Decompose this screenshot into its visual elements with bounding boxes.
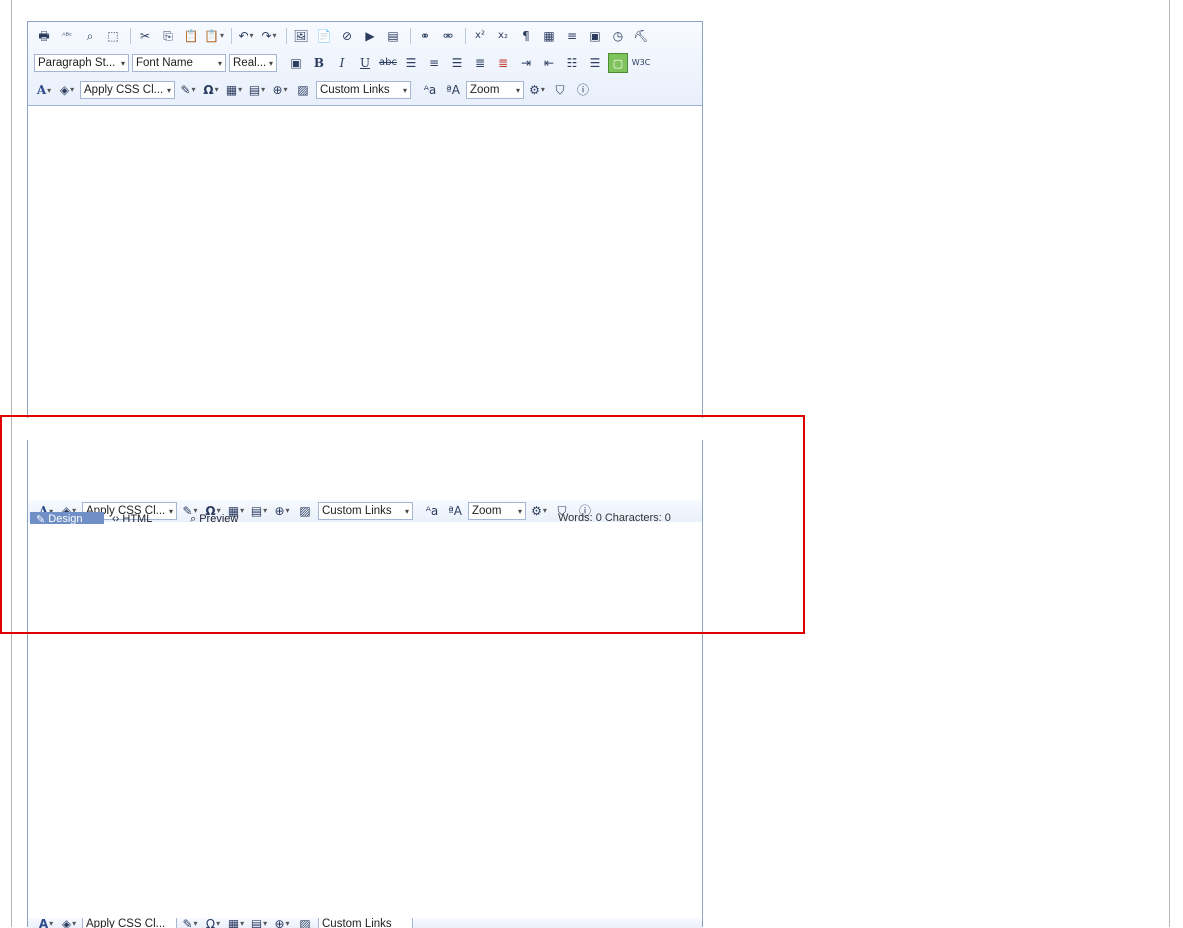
redo-icon[interactable]: ↷ xyxy=(259,26,279,46)
outdent-button[interactable]: ⇤ xyxy=(539,53,559,73)
page-border-right xyxy=(1169,0,1170,927)
rich-text-editor: 🖶ᴬᴮᶜ⌕⬚✂⎘📋📋↶↷🖼📄⊘▶▤⚭⚮x²x₂¶▦≡▣◷⛏ Paragraph … xyxy=(24,21,704,928)
justify-button[interactable]: ≣ xyxy=(470,53,490,73)
bulleted-list-button[interactable]: ☰ xyxy=(585,53,605,73)
font-name-dropdown[interactable]: Font Name ▾ xyxy=(132,54,226,72)
apply-css-class-label: Apply CSS Cl... xyxy=(84,84,164,96)
toolbar-separator xyxy=(465,28,466,44)
zoom-dropdown[interactable]: Zoom ▾ xyxy=(466,81,524,99)
zoom-label: Zoom xyxy=(470,84,500,96)
chevron-down-icon: ▾ xyxy=(166,85,171,95)
media-manager-icon[interactable]: ▶ xyxy=(360,26,380,46)
fore-color-button[interactable]: A xyxy=(34,80,54,100)
mode-tabs: ✎ Design ‹› HTML ⌕ Preview Words: 0 Char… xyxy=(28,512,702,524)
convert-lower-icon[interactable]: ᴬa xyxy=(420,80,440,100)
toolbar-row-2: Paragraph St... ▾ Font Name ▾ Real... ▾ … xyxy=(34,52,654,74)
font-size-label: Real... xyxy=(233,57,266,69)
insert-snippet-button[interactable]: ⊕ xyxy=(270,80,290,100)
glitch-notch xyxy=(24,418,28,440)
align-right-button[interactable]: ☰ xyxy=(447,53,467,73)
justify-none-button[interactable]: ≣ xyxy=(493,53,513,73)
remove-link-icon[interactable]: ⚮ xyxy=(438,26,458,46)
apply-css-class-dropdown[interactable]: Apply CSS Cl... ▾ xyxy=(80,81,175,99)
format-brush-button[interactable]: ✎ xyxy=(178,80,198,100)
editor-toolbar: 🖶ᴬᴮᶜ⌕⬚✂⎘📋📋↶↷🖼📄⊘▶▤⚭⚮x²x₂¶▦≡▣◷⛏ Paragraph … xyxy=(28,22,702,106)
link-manager-icon[interactable]: ⚭ xyxy=(415,26,435,46)
select-all-icon[interactable]: ⬚ xyxy=(103,26,123,46)
tab-html-label: HTML xyxy=(122,513,153,524)
format-stripper-icon[interactable]: ⛏ xyxy=(631,26,651,46)
template-manager-icon[interactable]: ▤ xyxy=(383,26,403,46)
italic-button[interactable]: I xyxy=(332,53,352,73)
toolbar-separator xyxy=(130,28,131,44)
custom-links-label: Custom Links xyxy=(320,84,390,96)
toggle-screen-icon[interactable]: ▢ xyxy=(608,53,628,73)
paste-options-icon[interactable]: 📋 xyxy=(204,26,224,46)
tab-design[interactable]: ✎ Design xyxy=(30,512,104,524)
back-color-button[interactable]: ◈ xyxy=(57,80,77,100)
toolbar-separator xyxy=(410,28,411,44)
strikethrough-button[interactable]: abc xyxy=(378,53,398,73)
align-icon[interactable]: ≡ xyxy=(562,26,582,46)
track-changes-icon[interactable]: ⛉ xyxy=(550,80,570,100)
paragraph-insert-icon[interactable]: ¶ xyxy=(516,26,536,46)
flash-manager-icon[interactable]: ⊘ xyxy=(337,26,357,46)
chevron-down-icon: ▾ xyxy=(402,85,407,95)
form-icon[interactable]: ▣ xyxy=(585,26,605,46)
align-center-button[interactable]: ≡ xyxy=(424,53,444,73)
chevron-down-icon: ▾ xyxy=(217,58,222,68)
chevron-down-icon: ▾ xyxy=(268,58,273,68)
align-left-button[interactable]: ☰ xyxy=(401,53,421,73)
paragraph-style-label: Paragraph St... xyxy=(38,57,116,69)
subscript-icon[interactable]: x₂ xyxy=(493,26,513,46)
copy-icon[interactable]: ⎘ xyxy=(158,26,178,46)
underline-button[interactable]: U xyxy=(355,53,375,73)
insert-table-button[interactable]: ▦ xyxy=(224,80,244,100)
document-manager-icon[interactable]: 📄 xyxy=(314,26,334,46)
tab-design-label: Design xyxy=(48,513,83,524)
magnifier-icon: ⌕ xyxy=(190,512,200,525)
tab-preview-label: Preview xyxy=(199,513,239,524)
tab-html[interactable]: ‹› HTML xyxy=(106,512,182,524)
indent-button[interactable]: ⇥ xyxy=(516,53,536,73)
clipboard-icon[interactable]: ▦ xyxy=(539,26,559,46)
page-border-left xyxy=(11,0,12,927)
bold-button[interactable]: B xyxy=(309,53,329,73)
time-icon[interactable]: ◷ xyxy=(608,26,628,46)
font-name-label: Font Name xyxy=(136,57,193,69)
insert-form-element-button[interactable]: ▤ xyxy=(247,80,267,100)
image-manager-icon[interactable]: ▨ xyxy=(293,80,313,100)
convert-upper-icon[interactable]: ªA xyxy=(443,80,463,100)
numbered-list-button[interactable]: ☷ xyxy=(562,53,582,73)
xhtml-validator-icon[interactable]: W3C xyxy=(631,53,651,73)
superscript-icon[interactable]: x² xyxy=(470,26,490,46)
cut-icon[interactable]: ✂ xyxy=(135,26,155,46)
pencil-icon: ✎ xyxy=(36,513,49,525)
font-size-dropdown[interactable]: Real... ▾ xyxy=(229,54,277,72)
undo-icon[interactable]: ↶ xyxy=(236,26,256,46)
toolbar-separator xyxy=(231,28,232,44)
image-map-icon[interactable]: ▣ xyxy=(286,53,306,73)
glitch-notch xyxy=(700,418,704,440)
toolbar-row-3: A ◈ Apply CSS Cl... ▾ ✎ Ω ▦ ▤ ⊕ ▨ Custom… xyxy=(34,79,596,101)
toolbar-row-1: 🖶ᴬᴮᶜ⌕⬚✂⎘📋📋↶↷🖼📄⊘▶▤⚭⚮x²x₂¶▦≡▣◷⛏ xyxy=(34,25,654,47)
spellcheck-icon[interactable]: ᴬᴮᶜ xyxy=(57,26,77,46)
module-manager-icon[interactable]: ⚙ xyxy=(527,80,547,100)
image-manager-icon[interactable]: 🖼 xyxy=(291,26,311,46)
toolbar-separator xyxy=(286,28,287,44)
paragraph-style-dropdown[interactable]: Paragraph St... ▾ xyxy=(34,54,129,72)
word-count-status: Words: 0 Characters: 0 xyxy=(558,512,671,524)
code-icon: ‹› xyxy=(112,513,123,524)
print-icon[interactable]: 🖶 xyxy=(34,26,54,46)
chevron-down-icon: ▾ xyxy=(120,58,125,68)
insert-symbol-button[interactable]: Ω xyxy=(201,80,221,100)
chevron-down-icon: ▾ xyxy=(515,85,520,95)
find-replace-icon[interactable]: ⌕ xyxy=(80,26,100,46)
custom-links-dropdown[interactable]: Custom Links ▾ xyxy=(316,81,411,99)
tab-preview[interactable]: ⌕ Preview xyxy=(184,512,260,525)
paste-icon[interactable]: 📋 xyxy=(181,26,201,46)
about-dialog-icon[interactable]: ⓘ xyxy=(573,80,593,100)
